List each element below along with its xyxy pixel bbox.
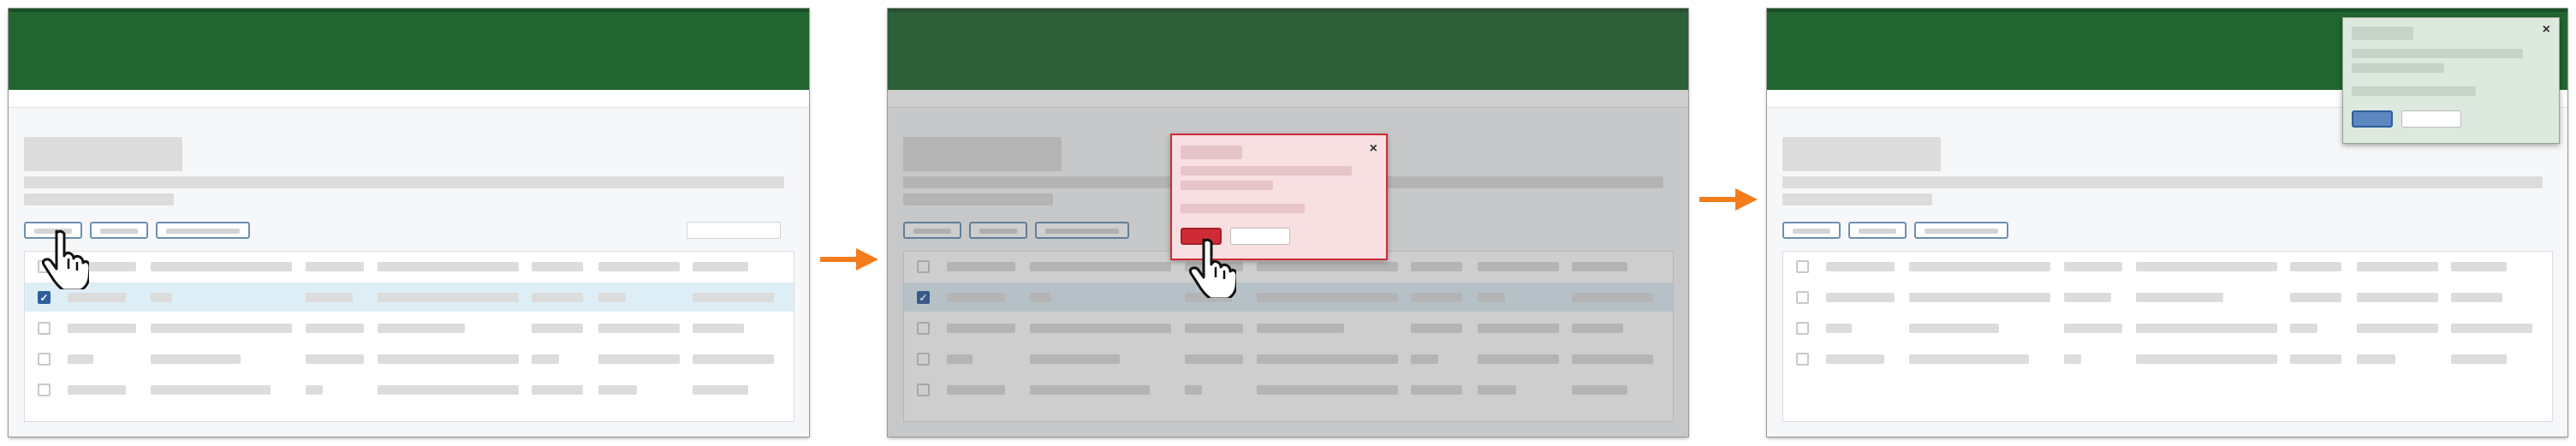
hand-pointer-icon [1188, 238, 1236, 298]
cancel-button[interactable] [1230, 228, 1290, 245]
table-row[interactable] [25, 313, 794, 342]
toolbar-button[interactable] [156, 222, 250, 239]
table-row[interactable] [1783, 344, 2552, 373]
checkbox-icon[interactable]: ✓ [38, 291, 51, 304]
table-row[interactable] [25, 375, 794, 404]
checkbox-icon[interactable] [1796, 260, 1809, 273]
checkbox-icon[interactable] [38, 353, 51, 366]
close-icon[interactable]: × [1370, 142, 1377, 156]
step-3-screen: × [1767, 9, 2567, 437]
table-row[interactable]: ✓ [25, 282, 794, 312]
undo-button[interactable] [2352, 110, 2393, 128]
data-table [1782, 251, 2553, 422]
page-description-line [1782, 176, 2543, 188]
hand-pointer-icon [41, 229, 89, 289]
arrow-right-icon [820, 248, 878, 271]
toolbar-button[interactable] [90, 222, 148, 239]
notification-message-line [2352, 49, 2523, 58]
arrow-right-icon [1699, 188, 1758, 211]
notification-title [2352, 27, 2413, 40]
table-row[interactable] [1783, 282, 2552, 312]
dialog-message-line [1181, 204, 1305, 213]
app-header [9, 9, 809, 90]
table-header-row [25, 252, 794, 281]
checkbox-icon[interactable] [1796, 322, 1809, 335]
notification-message-line [2352, 86, 2476, 96]
dialog-title [1181, 146, 1242, 159]
delete-button[interactable] [1782, 222, 1841, 239]
checkbox-icon[interactable] [1796, 353, 1809, 366]
dialog-message-line [1181, 181, 1273, 190]
dismiss-button[interactable] [2401, 110, 2461, 128]
search-input[interactable] [687, 222, 781, 239]
table-row[interactable] [25, 344, 794, 373]
page-title [24, 137, 182, 171]
page-description-line [1782, 193, 1932, 205]
toolbar-button[interactable] [1848, 222, 1907, 239]
page-title [1782, 137, 1941, 171]
data-table: ✓ [24, 251, 794, 422]
success-notification: × [2342, 17, 2560, 144]
step-1-screen: ✓ [9, 9, 809, 437]
table-header-row [1783, 252, 2552, 281]
app-subnav [9, 90, 809, 108]
checkbox-icon[interactable] [38, 322, 51, 335]
checkbox-icon[interactable] [1796, 291, 1809, 304]
checkbox-icon[interactable] [38, 384, 51, 396]
dialog-message-line [1181, 166, 1352, 175]
step-2-screen: ✓ × [888, 9, 1688, 437]
close-icon[interactable]: × [2543, 23, 2550, 37]
notification-message-line [2352, 63, 2444, 73]
table-row[interactable] [1783, 313, 2552, 342]
page-description-line [24, 176, 784, 188]
page-description-line [24, 193, 174, 205]
toolbar-button[interactable] [1914, 222, 2008, 239]
